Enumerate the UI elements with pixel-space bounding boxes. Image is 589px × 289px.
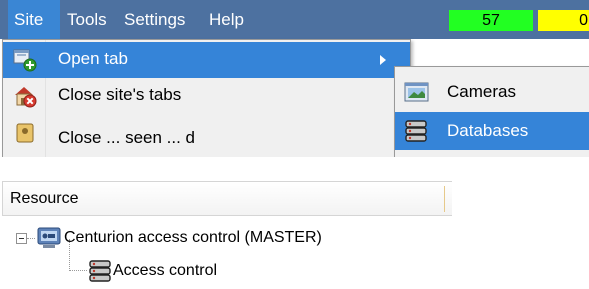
- submenu-item-cameras[interactable]: Cameras: [395, 73, 589, 111]
- tree-node-label: Access control: [113, 262, 218, 279]
- menu-item-close-sites-tabs[interactable]: Close site's tabs: [3, 78, 410, 114]
- menu-bar: Site Tools Settings Help 57 0: [0, 0, 589, 39]
- menu-site[interactable]: Site: [8, 0, 60, 39]
- menu-item-label: Close ... seen ... d: [58, 128, 196, 147]
- column-header-label: Resource: [10, 190, 79, 207]
- server-icon: [37, 226, 61, 250]
- menu-tools[interactable]: Tools: [67, 0, 107, 39]
- menu-item-label: Close site's tabs: [58, 85, 182, 104]
- close-tabs-icon: [13, 84, 37, 108]
- menu-item-close-partial[interactable]: Close ... seen ... d: [3, 114, 410, 150]
- submenu-item-databases[interactable]: Databases: [395, 112, 589, 150]
- close-icon: [13, 120, 37, 144]
- tree-node-label: Centurion access control (MASTER): [64, 229, 322, 246]
- menu-screenshot: Site Tools Settings Help 57 0 Open tab C…: [0, 0, 589, 157]
- menu-help[interactable]: Help: [209, 0, 244, 39]
- menu-item-label: Open tab: [58, 49, 128, 68]
- menu-item-open-tab[interactable]: Open tab: [3, 42, 410, 78]
- site-menu-dropdown: Open tab Close site's tabs Close ... see…: [2, 39, 411, 157]
- cameras-icon: [404, 80, 430, 104]
- open-tab-submenu: Cameras Databases: [394, 66, 589, 157]
- menu-settings[interactable]: Settings: [124, 0, 185, 39]
- resource-tree-panel: Resource Centurion access control (MASTE…: [2, 181, 453, 289]
- tree-connector: [27, 238, 35, 239]
- tree-node-access-control[interactable]: Access control: [2, 257, 451, 285]
- status-counter-green: 57: [449, 10, 533, 31]
- open-tab-icon: [13, 48, 37, 72]
- database-icon: [404, 119, 430, 143]
- submenu-arrow-icon: [380, 55, 386, 65]
- resource-column-header[interactable]: Resource: [2, 181, 452, 216]
- tree-node-centurion[interactable]: Centurion access control (MASTER): [2, 224, 451, 252]
- status-counter-yellow: 0: [538, 10, 589, 31]
- column-resize-handle[interactable]: [444, 186, 445, 212]
- submenu-item-label: Cameras: [447, 82, 516, 101]
- collapse-toggle-icon[interactable]: [16, 233, 27, 244]
- submenu-item-label: Databases: [447, 121, 529, 140]
- database-icon: [88, 259, 114, 283]
